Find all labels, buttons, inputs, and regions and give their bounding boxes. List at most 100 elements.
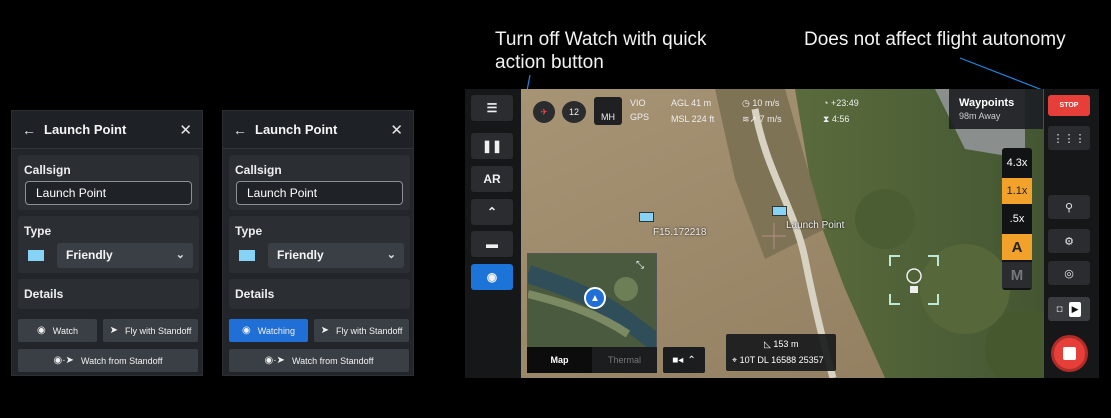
camera-video-toggle[interactable]: ◘ ▶ bbox=[1048, 297, 1090, 321]
camera-drone-icon[interactable]: ◎ bbox=[1048, 261, 1090, 285]
type-card: Type Friendly ⌄ bbox=[18, 216, 199, 273]
screen-icon[interactable]: ▬ bbox=[471, 231, 513, 257]
stop-button[interactable]: STOP bbox=[1048, 95, 1090, 116]
fly-standoff-button[interactable]: ➤ Fly with Standoff bbox=[103, 319, 198, 342]
drone-flight-view: ☰ ❚❚ AR ⌃ ▬ ◉ ✈ 12 MH VIO GPS AGL 41 m M… bbox=[465, 89, 1099, 378]
close-icon[interactable]: ✕ bbox=[390, 121, 403, 139]
friendly-swatch bbox=[239, 250, 255, 261]
wind-readout: ≋➚ 7 m/s bbox=[742, 114, 782, 124]
feature-label: F15.172218 bbox=[653, 227, 707, 238]
zoom-option-selected[interactable]: 1.1x bbox=[1002, 178, 1032, 204]
watch-standoff-button[interactable]: ◉·➤ Watch from Standoff bbox=[18, 349, 198, 372]
callsign-input[interactable]: Launch Point bbox=[25, 181, 192, 205]
gps-label: GPS bbox=[630, 112, 650, 122]
type-label: Type bbox=[24, 224, 52, 238]
watch-eye-icon[interactable]: ◉ bbox=[471, 264, 513, 290]
grid-coordinates: ⌖ 10T DL 16588 25357 bbox=[732, 355, 824, 365]
menu-icon[interactable]: ☰ bbox=[471, 95, 513, 121]
launch-point-label: Launch Point bbox=[786, 220, 845, 231]
back-arrow-icon[interactable]: ← bbox=[22, 122, 44, 138]
panel-header: ← Launch Point ✕ bbox=[12, 111, 202, 149]
callsign-label: Callsign bbox=[235, 163, 282, 177]
coordinate-readout: ◺ 153 m ⌖ 10T DL 16588 25357 bbox=[726, 334, 836, 371]
drone-status-icon[interactable]: ✈ bbox=[533, 101, 555, 123]
type-select[interactable]: Friendly ⌄ bbox=[268, 243, 404, 268]
navigate-arrow-icon: ➤ bbox=[109, 325, 118, 336]
launch-point-panel-watching: ← Launch Point ✕ Callsign Launch Point T… bbox=[222, 110, 414, 376]
eye-navigate-icon: ◉·➤ bbox=[53, 355, 74, 366]
panel-header: ← Launch Point ✕ bbox=[223, 111, 413, 149]
vio-label: VIO bbox=[630, 98, 646, 108]
type-select[interactable]: Friendly ⌄ bbox=[57, 243, 193, 268]
distance-readout: ◺ 153 m bbox=[764, 339, 799, 349]
battery-time: ⧗ 4:56 bbox=[823, 114, 850, 124]
drone-settings-icon[interactable]: ⚙ bbox=[1048, 229, 1090, 253]
crosshair-icon bbox=[762, 223, 786, 249]
hourglass-icon: ⧗ bbox=[823, 114, 832, 124]
video-camera-icon: ■◂ bbox=[672, 354, 684, 366]
speed-readout: ◷ 10 m/s bbox=[742, 98, 780, 108]
launch-point-marker[interactable] bbox=[772, 206, 787, 216]
mode-indicator: MH bbox=[594, 97, 622, 125]
fly-standoff-button[interactable]: ➤ Fly with Standoff bbox=[314, 319, 409, 342]
stop-square-icon bbox=[1063, 347, 1076, 360]
camera-toggle-button[interactable]: ■◂ ⌃ bbox=[663, 347, 705, 373]
record-button[interactable] bbox=[1051, 335, 1088, 372]
tab-map[interactable]: Map bbox=[527, 347, 592, 373]
speedometer-icon: ◷ bbox=[742, 98, 753, 108]
details-label: Details bbox=[235, 287, 275, 301]
back-arrow-icon[interactable]: ← bbox=[233, 122, 255, 138]
grid-icon[interactable]: ⋮⋮⋮ bbox=[1048, 126, 1090, 150]
type-value: Friendly bbox=[277, 248, 324, 262]
annotation-autonomy: Does not affect flight autonomy bbox=[804, 29, 1066, 50]
zoom-option[interactable]: .5x bbox=[1002, 206, 1032, 232]
callsign-card: Callsign Launch Point bbox=[229, 155, 410, 210]
eye-icon: ◉ bbox=[37, 325, 46, 336]
zoom-option[interactable]: 4.3x bbox=[1002, 150, 1032, 176]
waypoints-panel[interactable]: Waypoints 98m Away bbox=[949, 89, 1043, 129]
type-card: Type Friendly ⌄ bbox=[229, 216, 410, 273]
feature-marker[interactable] bbox=[639, 212, 654, 222]
callsign-input[interactable]: Launch Point bbox=[236, 181, 403, 205]
timer-icon: ◔ bbox=[823, 98, 831, 108]
eye-icon: ◉ bbox=[242, 325, 251, 336]
eye-navigate-icon: ◉·➤ bbox=[264, 355, 285, 366]
waypoints-title: Waypoints bbox=[959, 97, 1015, 109]
tab-thermal[interactable]: Thermal bbox=[592, 347, 657, 373]
drone-position-icon: ▲ bbox=[584, 287, 606, 309]
split-view-icon[interactable]: ❚❚ bbox=[471, 133, 513, 159]
video-icon: ▶ bbox=[1068, 301, 1082, 317]
chevron-up-icon: ⌃ bbox=[687, 354, 696, 366]
photo-icon: ◘ bbox=[1056, 303, 1063, 315]
close-icon[interactable]: ✕ bbox=[179, 121, 192, 139]
mode-auto[interactable]: A bbox=[1002, 234, 1032, 260]
launch-point-panel: ← Launch Point ✕ Callsign Launch Point T… bbox=[11, 110, 203, 376]
map-view-tabs: Map Thermal bbox=[527, 347, 657, 373]
watch-standoff-button[interactable]: ◉·➤ Watch from Standoff bbox=[229, 349, 409, 372]
callsign-label: Callsign bbox=[24, 163, 71, 177]
ar-button[interactable]: AR bbox=[471, 166, 513, 192]
type-label: Type bbox=[235, 224, 263, 238]
chevron-down-icon: ⌄ bbox=[175, 249, 185, 261]
flight-time: ◔ +23:49 bbox=[823, 98, 859, 108]
left-toolbar: ☰ ❚❚ AR ⌃ ▬ ◉ bbox=[465, 89, 521, 378]
panel-title: Launch Point bbox=[255, 122, 338, 137]
zoom-selector: 4.3x 1.1x .5x A M bbox=[1002, 148, 1032, 290]
satellite-count: 12 bbox=[562, 101, 586, 123]
chevron-down-icon: ⌄ bbox=[386, 249, 396, 261]
target-reticle-icon[interactable] bbox=[888, 254, 940, 306]
annotation-watch: Turn off Watch with quick action button bbox=[495, 29, 707, 73]
details-card[interactable]: Details bbox=[18, 279, 199, 309]
ruler-icon: ◺ bbox=[764, 339, 774, 349]
type-value: Friendly bbox=[66, 248, 113, 262]
watch-button[interactable]: ◉ Watch bbox=[18, 319, 97, 342]
friendly-swatch bbox=[28, 250, 44, 261]
watching-button[interactable]: ◉ Watching bbox=[229, 319, 308, 342]
recenter-icon[interactable]: ⌃ bbox=[471, 199, 513, 225]
expand-icon[interactable]: ⤡ bbox=[636, 260, 644, 271]
navigate-arrow-icon: ➤ bbox=[320, 325, 329, 336]
details-card[interactable]: Details bbox=[229, 279, 410, 309]
callsign-card: Callsign Launch Point bbox=[18, 155, 199, 210]
mode-manual[interactable]: M bbox=[1002, 262, 1032, 288]
signal-icon[interactable]: ⚲ bbox=[1048, 195, 1090, 219]
